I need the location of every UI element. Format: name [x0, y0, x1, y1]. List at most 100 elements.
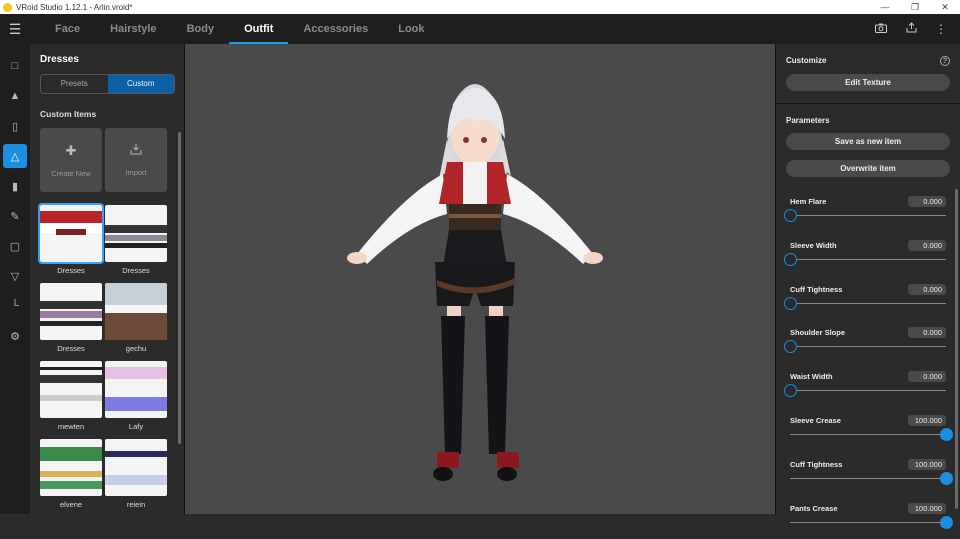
slider-handle[interactable] [940, 427, 953, 441]
param-value-field[interactable]: 100.000 [908, 502, 946, 514]
save-as-new-item-button[interactable]: Save as new item [786, 133, 950, 150]
tab-accessories[interactable]: Accessories [288, 14, 383, 44]
slider-handle[interactable] [940, 515, 953, 529]
customize-header: Customize ? [776, 44, 960, 66]
plus-icon: ✚ [65, 142, 77, 158]
model-viewport[interactable] [185, 44, 775, 514]
custom-tab[interactable]: Custom [107, 75, 174, 93]
import-label: Import [125, 168, 147, 177]
item-thumbnail [38, 203, 104, 264]
slider-handle[interactable] [784, 296, 797, 310]
tab-look[interactable]: Look [383, 14, 439, 44]
slider-track[interactable] [790, 390, 946, 392]
item-thumbnail [105, 361, 167, 418]
param-sleeve-crease: Sleeve Crease 100.000 [790, 408, 953, 452]
help-icon[interactable]: ? [940, 56, 950, 66]
param-label: Shoulder Slope [790, 328, 846, 338]
shirt-icon[interactable]: ▲ [3, 84, 27, 108]
slider-handle[interactable] [784, 340, 797, 354]
list-item[interactable]: Dresses [105, 205, 167, 278]
param-value-field[interactable]: 0.000 [908, 283, 946, 295]
item-label: Dresses [57, 266, 85, 275]
slider-track[interactable] [790, 477, 946, 479]
slider-track[interactable] [790, 346, 946, 348]
category-tabs: Face Hairstyle Body Outfit Accessories L… [40, 14, 440, 44]
parameters-header: Parameters [776, 104, 960, 125]
more-options-icon[interactable]: ⋮ [932, 22, 950, 36]
custom-items-heading: Custom Items [40, 109, 97, 119]
accessory-tool-icon[interactable]: ⚙ [3, 324, 27, 348]
close-icon[interactable]: ✕ [930, 2, 960, 13]
tops-icon[interactable]: □ [3, 54, 27, 78]
tab-hairstyle[interactable]: Hairstyle [95, 14, 171, 44]
slider-track[interactable] [790, 433, 946, 435]
slider-track[interactable] [790, 302, 946, 304]
panel-title: Dresses [40, 54, 79, 65]
param-value-field[interactable]: 0.000 [908, 371, 946, 383]
list-item[interactable]: reiein [105, 439, 167, 512]
maximize-icon[interactable]: ❐ [900, 2, 930, 13]
left-panel-scrollbar[interactable] [178, 132, 181, 444]
list-item[interactable]: gechu [105, 283, 167, 356]
param-value-field[interactable]: 0.000 [908, 239, 946, 251]
slider-handle[interactable] [784, 252, 797, 266]
param-value-field[interactable]: 0.000 [908, 196, 946, 207]
item-thumbnail [40, 439, 102, 496]
create-new-button[interactable]: ✚ Create New [40, 128, 102, 192]
param-label: Cuff Tightness [790, 284, 843, 294]
list-item[interactable]: Dresses [40, 283, 102, 356]
param-label: Sleeve Width [790, 240, 837, 250]
edit-texture-button[interactable]: Edit Texture [786, 74, 950, 91]
top-navigation: ☰ Face Hairstyle Body Outfit Accessories… [0, 14, 960, 44]
item-label: Dresses [122, 266, 150, 275]
list-item[interactable]: mewten [40, 361, 102, 434]
list-item[interactable]: elvene [40, 439, 102, 512]
list-item[interactable]: Lafy [105, 361, 167, 434]
tab-body[interactable]: Body [172, 14, 230, 44]
pants-icon[interactable]: ▯ [3, 114, 27, 138]
param-cuff-tightness: Cuff Tightness 0.000 [784, 277, 946, 321]
slider-handle[interactable] [784, 209, 797, 222]
custom-items-grid: ✚ Create New Import Dresses Dresses Dres… [38, 128, 174, 514]
param-label: Sleeve Crease [790, 415, 841, 425]
import-button[interactable]: Import [105, 128, 167, 192]
right-panel-scrollbar[interactable] [955, 189, 958, 509]
tab-outfit[interactable]: Outfit [229, 14, 289, 44]
param-pants-crease: Pants Crease 100.000 [790, 496, 953, 539]
customize-title: Customize [786, 56, 827, 65]
item-thumbnail [105, 439, 167, 496]
shoes-icon[interactable]: └ [3, 294, 27, 318]
overwrite-item-button[interactable]: Overwrite item [786, 160, 950, 177]
param-value-field[interactable]: 100.000 [908, 458, 946, 470]
tab-face[interactable]: Face [40, 14, 95, 44]
item-label: elvene [59, 500, 83, 509]
underwear-icon[interactable]: ▽ [3, 264, 27, 288]
brush-icon[interactable]: ✎ [3, 204, 27, 228]
param-value-field[interactable]: 100.000 [908, 414, 946, 426]
camera-icon[interactable] [872, 22, 890, 36]
item-label: mewten [57, 422, 85, 431]
bag-icon[interactable]: ▢ [3, 234, 27, 258]
list-item[interactable]: Dresses [38, 203, 104, 278]
dresses-panel: Dresses Presets Custom Custom Items ✚ Cr… [30, 44, 185, 514]
param-cuff-tightness-2: Cuff Tightness 100.000 [790, 452, 953, 496]
dress-icon[interactable]: △ [3, 144, 27, 168]
slider-track[interactable] [790, 521, 946, 523]
param-waist-width: Waist Width 0.000 [784, 364, 946, 408]
parameter-list: Hem Flare 0.000 Sleeve Width 0.000 Cuff … [776, 189, 960, 539]
param-sleeve-width: Sleeve Width 0.000 [784, 233, 946, 277]
app-logo-icon [3, 2, 12, 12]
slider-handle[interactable] [940, 471, 953, 485]
socks-icon[interactable]: ▮ [3, 174, 27, 198]
minimize-icon[interactable]: — [870, 2, 900, 12]
export-icon[interactable] [902, 22, 920, 36]
item-label: gechu [125, 344, 147, 353]
presets-tab[interactable]: Presets [41, 75, 108, 93]
hamburger-menu-icon[interactable]: ☰ [0, 14, 30, 44]
item-thumbnail [105, 283, 167, 340]
param-value-field[interactable]: 0.000 [908, 327, 946, 339]
slider-track[interactable] [790, 258, 946, 260]
slider-handle[interactable] [784, 384, 797, 398]
top-toolbar: ⋮ [872, 14, 950, 44]
slider-track[interactable] [790, 215, 946, 216]
